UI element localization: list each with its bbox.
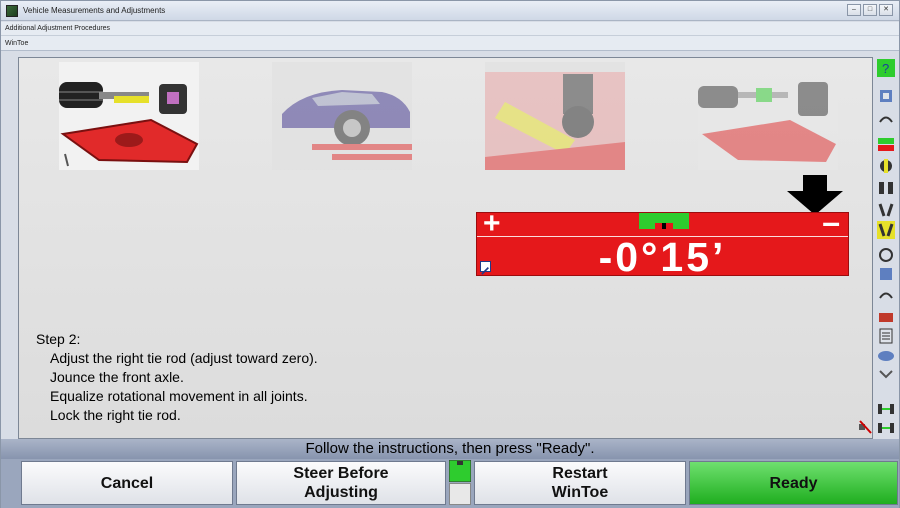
gauge-value: -0°15’ xyxy=(598,234,727,280)
camber-icon[interactable] xyxy=(877,179,895,197)
app-window: Vehicle Measurements and Adjustments – □… xyxy=(0,0,900,508)
tire-icon[interactable] xyxy=(877,347,895,365)
axle-icon[interactable] xyxy=(877,400,895,418)
undo-icon[interactable] xyxy=(877,287,895,305)
wintoe-icon[interactable] xyxy=(877,221,895,239)
caster-icon[interactable] xyxy=(877,157,895,175)
window-title: Vehicle Measurements and Adjustments xyxy=(23,6,166,15)
help-icon[interactable]: ? xyxy=(877,59,895,77)
rotate-icon[interactable] xyxy=(877,111,895,129)
breadcrumb-procedures[interactable]: Additional Adjustment Procedures xyxy=(1,22,899,36)
toe-gauge: + – -0°15’ xyxy=(476,204,849,280)
restart-wintoe-button[interactable]: Restart WinToe xyxy=(474,461,686,505)
level-indicator-empty xyxy=(449,483,471,505)
restart-button-label-1: Restart xyxy=(552,465,608,482)
title-bar: Vehicle Measurements and Adjustments – □… xyxy=(1,1,899,21)
axle-alt-icon[interactable] xyxy=(877,419,895,437)
print-icon[interactable] xyxy=(877,265,895,283)
steer-before-adjusting-button[interactable]: Steer Before Adjusting xyxy=(236,461,446,505)
report-icon[interactable] xyxy=(877,327,895,345)
step-line: Jounce the front axle. xyxy=(50,369,184,385)
right-toolbar: ? xyxy=(875,57,897,439)
step-line: Lock the right tie rod. xyxy=(50,407,181,423)
gauge-edit-icon[interactable] xyxy=(480,261,491,275)
status-message: Follow the instructions, then press "Rea… xyxy=(1,439,899,459)
vehicle-specs-icon[interactable] xyxy=(877,87,895,105)
toolbox-icon[interactable] xyxy=(877,307,895,325)
procedure-image-car[interactable] xyxy=(272,62,412,170)
scroll-down-icon[interactable] xyxy=(877,365,895,383)
step-line: Equalize rotational movement in all join… xyxy=(50,388,308,404)
app-icon xyxy=(6,5,18,17)
mute-icon[interactable] xyxy=(858,420,872,434)
steer-button-label-1: Steer Before xyxy=(293,465,389,482)
svg-text:?: ? xyxy=(882,61,889,76)
procedure-image-ball-joint[interactable] xyxy=(485,62,625,170)
cancel-button-label: Cancel xyxy=(100,474,154,492)
maximize-button[interactable]: □ xyxy=(863,4,877,16)
button-bar: Cancel Steer Before Adjusting Restart Wi… xyxy=(1,459,899,508)
level-indicator xyxy=(448,459,472,483)
step-instructions: Step 2: Adjust the right tie rod (adjust… xyxy=(36,330,318,425)
toe-icon[interactable] xyxy=(877,201,895,219)
measurements-icon[interactable] xyxy=(877,135,895,153)
procedure-image-lock[interactable] xyxy=(698,62,838,170)
step-line: Adjust the right tie rod (adjust toward … xyxy=(50,350,318,366)
restart-button-label-2: WinToe xyxy=(551,484,609,501)
breadcrumb-wintoe[interactable]: WinToe xyxy=(1,36,899,51)
close-button[interactable]: ✕ xyxy=(879,4,893,16)
procedure-panel: + – -0°15’ Step 2: Adjust the right tie … xyxy=(18,57,873,439)
wheel-icon[interactable] xyxy=(877,245,895,263)
ready-button[interactable]: Ready xyxy=(689,461,898,505)
step-title: Step 2: xyxy=(36,331,81,347)
ready-button-label: Ready xyxy=(769,474,818,492)
steer-button-label-2: Adjusting xyxy=(304,484,378,501)
minimize-button[interactable]: – xyxy=(847,4,861,16)
procedure-image-tie-rod[interactable] xyxy=(59,62,199,170)
cancel-button[interactable]: Cancel xyxy=(21,461,233,505)
